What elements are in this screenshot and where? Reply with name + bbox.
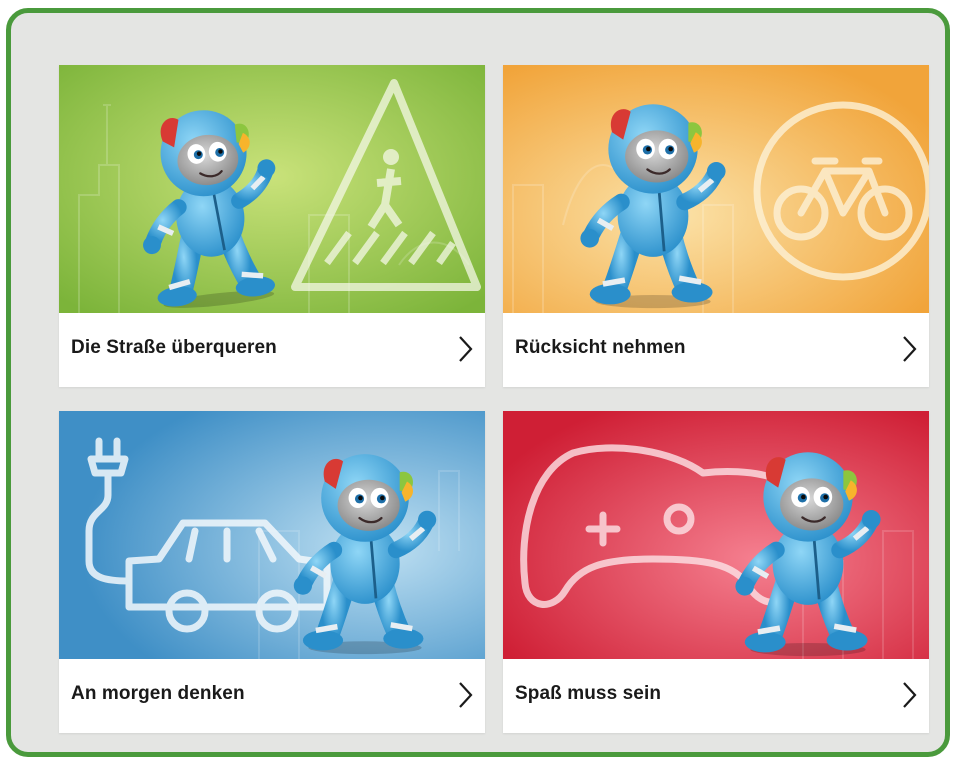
card-illustration [503, 411, 929, 659]
card-caption[interactable]: Rücksicht nehmen [503, 313, 929, 387]
card-spass-muss-sein[interactable]: Spaß muss sein [503, 411, 929, 733]
card-label: Rücksicht nehmen [515, 337, 686, 358]
card-die-strasse-ueberqueren[interactable]: Die Straße überqueren [59, 65, 485, 387]
card-label: Die Straße überqueren [71, 337, 277, 358]
card-label: An morgen denken [71, 683, 245, 704]
card-caption[interactable]: Die Straße überqueren [59, 313, 485, 387]
chevron-right-icon [459, 336, 473, 362]
card-illustration [503, 65, 929, 313]
card-caption[interactable]: Spaß muss sein [503, 659, 929, 733]
card-illustration [59, 411, 485, 659]
chevron-right-icon [903, 682, 917, 708]
card-caption[interactable]: An morgen denken [59, 659, 485, 733]
card-illustration [59, 65, 485, 313]
card-label: Spaß muss sein [515, 683, 662, 704]
card-an-morgen-denken[interactable]: An morgen denken [59, 411, 485, 733]
content-panel: Die Straße überqueren Rücksicht nehmen A… [6, 8, 950, 757]
chevron-right-icon [903, 336, 917, 362]
chevron-right-icon [459, 682, 473, 708]
card-ruecksicht-nehmen[interactable]: Rücksicht nehmen [503, 65, 929, 387]
